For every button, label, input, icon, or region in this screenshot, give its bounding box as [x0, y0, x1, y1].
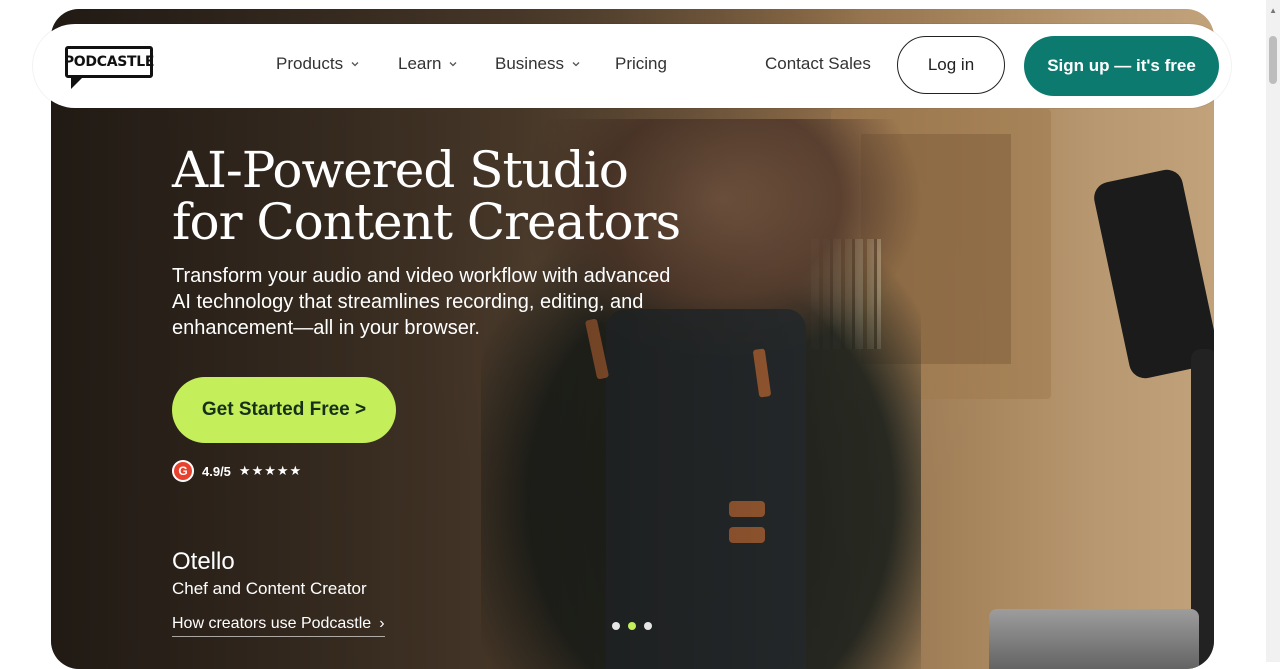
- creator-story-link[interactable]: How creators use Podcastle ›: [172, 615, 385, 637]
- creator-role: Chef and Content Creator: [172, 579, 367, 598]
- rating-stars-icon: ★★★★★: [238, 463, 303, 478]
- nav-learn[interactable]: Learn: [398, 54, 459, 74]
- get-started-button[interactable]: Get Started Free >: [172, 377, 396, 443]
- g2-icon: G: [172, 460, 194, 482]
- nav-products[interactable]: Products: [276, 54, 361, 74]
- hero-headline-line2: for Content Creators: [172, 193, 681, 251]
- page-scrollbar[interactable]: ▲: [1266, 0, 1280, 662]
- login-button[interactable]: Log in: [897, 36, 1005, 94]
- logo-speech-tail: [71, 75, 85, 89]
- top-navbar: PODCASTLE Products Learn Business Pricin…: [33, 24, 1231, 108]
- hero-subtitle: Transform your audio and video workflow …: [172, 265, 671, 339]
- rating-score: 4.9/5: [202, 463, 231, 479]
- carousel-dots: [612, 622, 652, 630]
- hero-headline-line1: AI-Powered Studio: [172, 141, 629, 199]
- nav-products-label: Products: [276, 54, 344, 73]
- chevron-down-icon: [572, 62, 580, 67]
- contact-sales-label: Contact Sales: [765, 54, 871, 73]
- g2-rating: G 4.9/5 ★★★★★: [172, 460, 302, 482]
- carousel-dot[interactable]: [612, 622, 620, 630]
- signup-button[interactable]: Sign up — it's free: [1024, 36, 1219, 96]
- logo-wordmark: PODCASTLE: [64, 46, 154, 78]
- scrollbar-thumb[interactable]: [1269, 36, 1277, 84]
- nav-business[interactable]: Business: [495, 54, 582, 74]
- nav-pricing-label: Pricing: [615, 54, 667, 73]
- chevron-down-icon: [351, 62, 359, 67]
- nav-pricing[interactable]: Pricing: [615, 54, 667, 74]
- chevron-right-icon: ›: [379, 615, 385, 632]
- chevron-down-icon: [450, 62, 457, 67]
- carousel-dot-active[interactable]: [628, 622, 636, 630]
- creator-story-link-label: How creators use Podcastle: [172, 615, 372, 632]
- creator-name: Otello: [172, 548, 235, 575]
- nav-learn-label: Learn: [398, 54, 442, 73]
- nav-business-label: Business: [495, 54, 564, 73]
- hero-headline: AI-Powered Studio for Content Creators: [172, 144, 692, 248]
- nav-contact-sales[interactable]: Contact Sales: [765, 54, 871, 74]
- podcastle-logo[interactable]: PODCASTLE: [64, 46, 155, 90]
- carousel-dot[interactable]: [644, 622, 652, 630]
- scroll-up-arrow-icon[interactable]: ▲: [1269, 6, 1277, 15]
